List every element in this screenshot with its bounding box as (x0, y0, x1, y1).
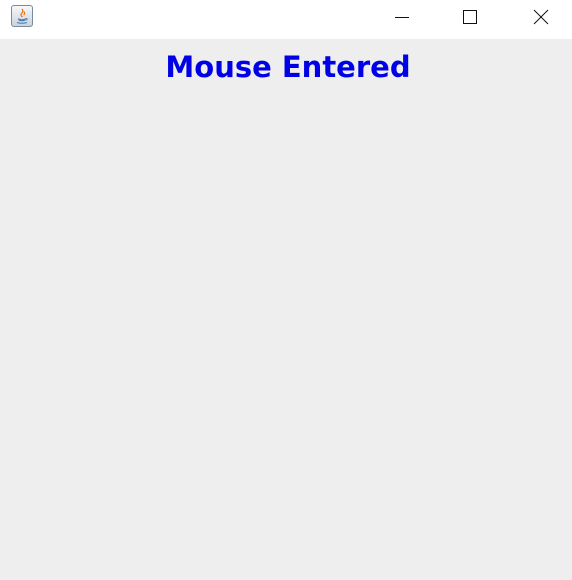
minimize-icon (395, 16, 409, 18)
maximize-icon (463, 9, 477, 24)
java-app-icon[interactable] (11, 5, 33, 27)
content-panel[interactable]: Mouse Entered (0, 39, 572, 580)
maximize-button[interactable] (447, 0, 493, 33)
close-icon (533, 9, 549, 24)
close-button[interactable] (518, 0, 564, 33)
mouse-status-label: Mouse Entered (165, 50, 411, 84)
app-window: Mouse Entered (0, 0, 572, 580)
minimize-button[interactable] (379, 0, 425, 33)
title-bar[interactable] (0, 0, 572, 39)
